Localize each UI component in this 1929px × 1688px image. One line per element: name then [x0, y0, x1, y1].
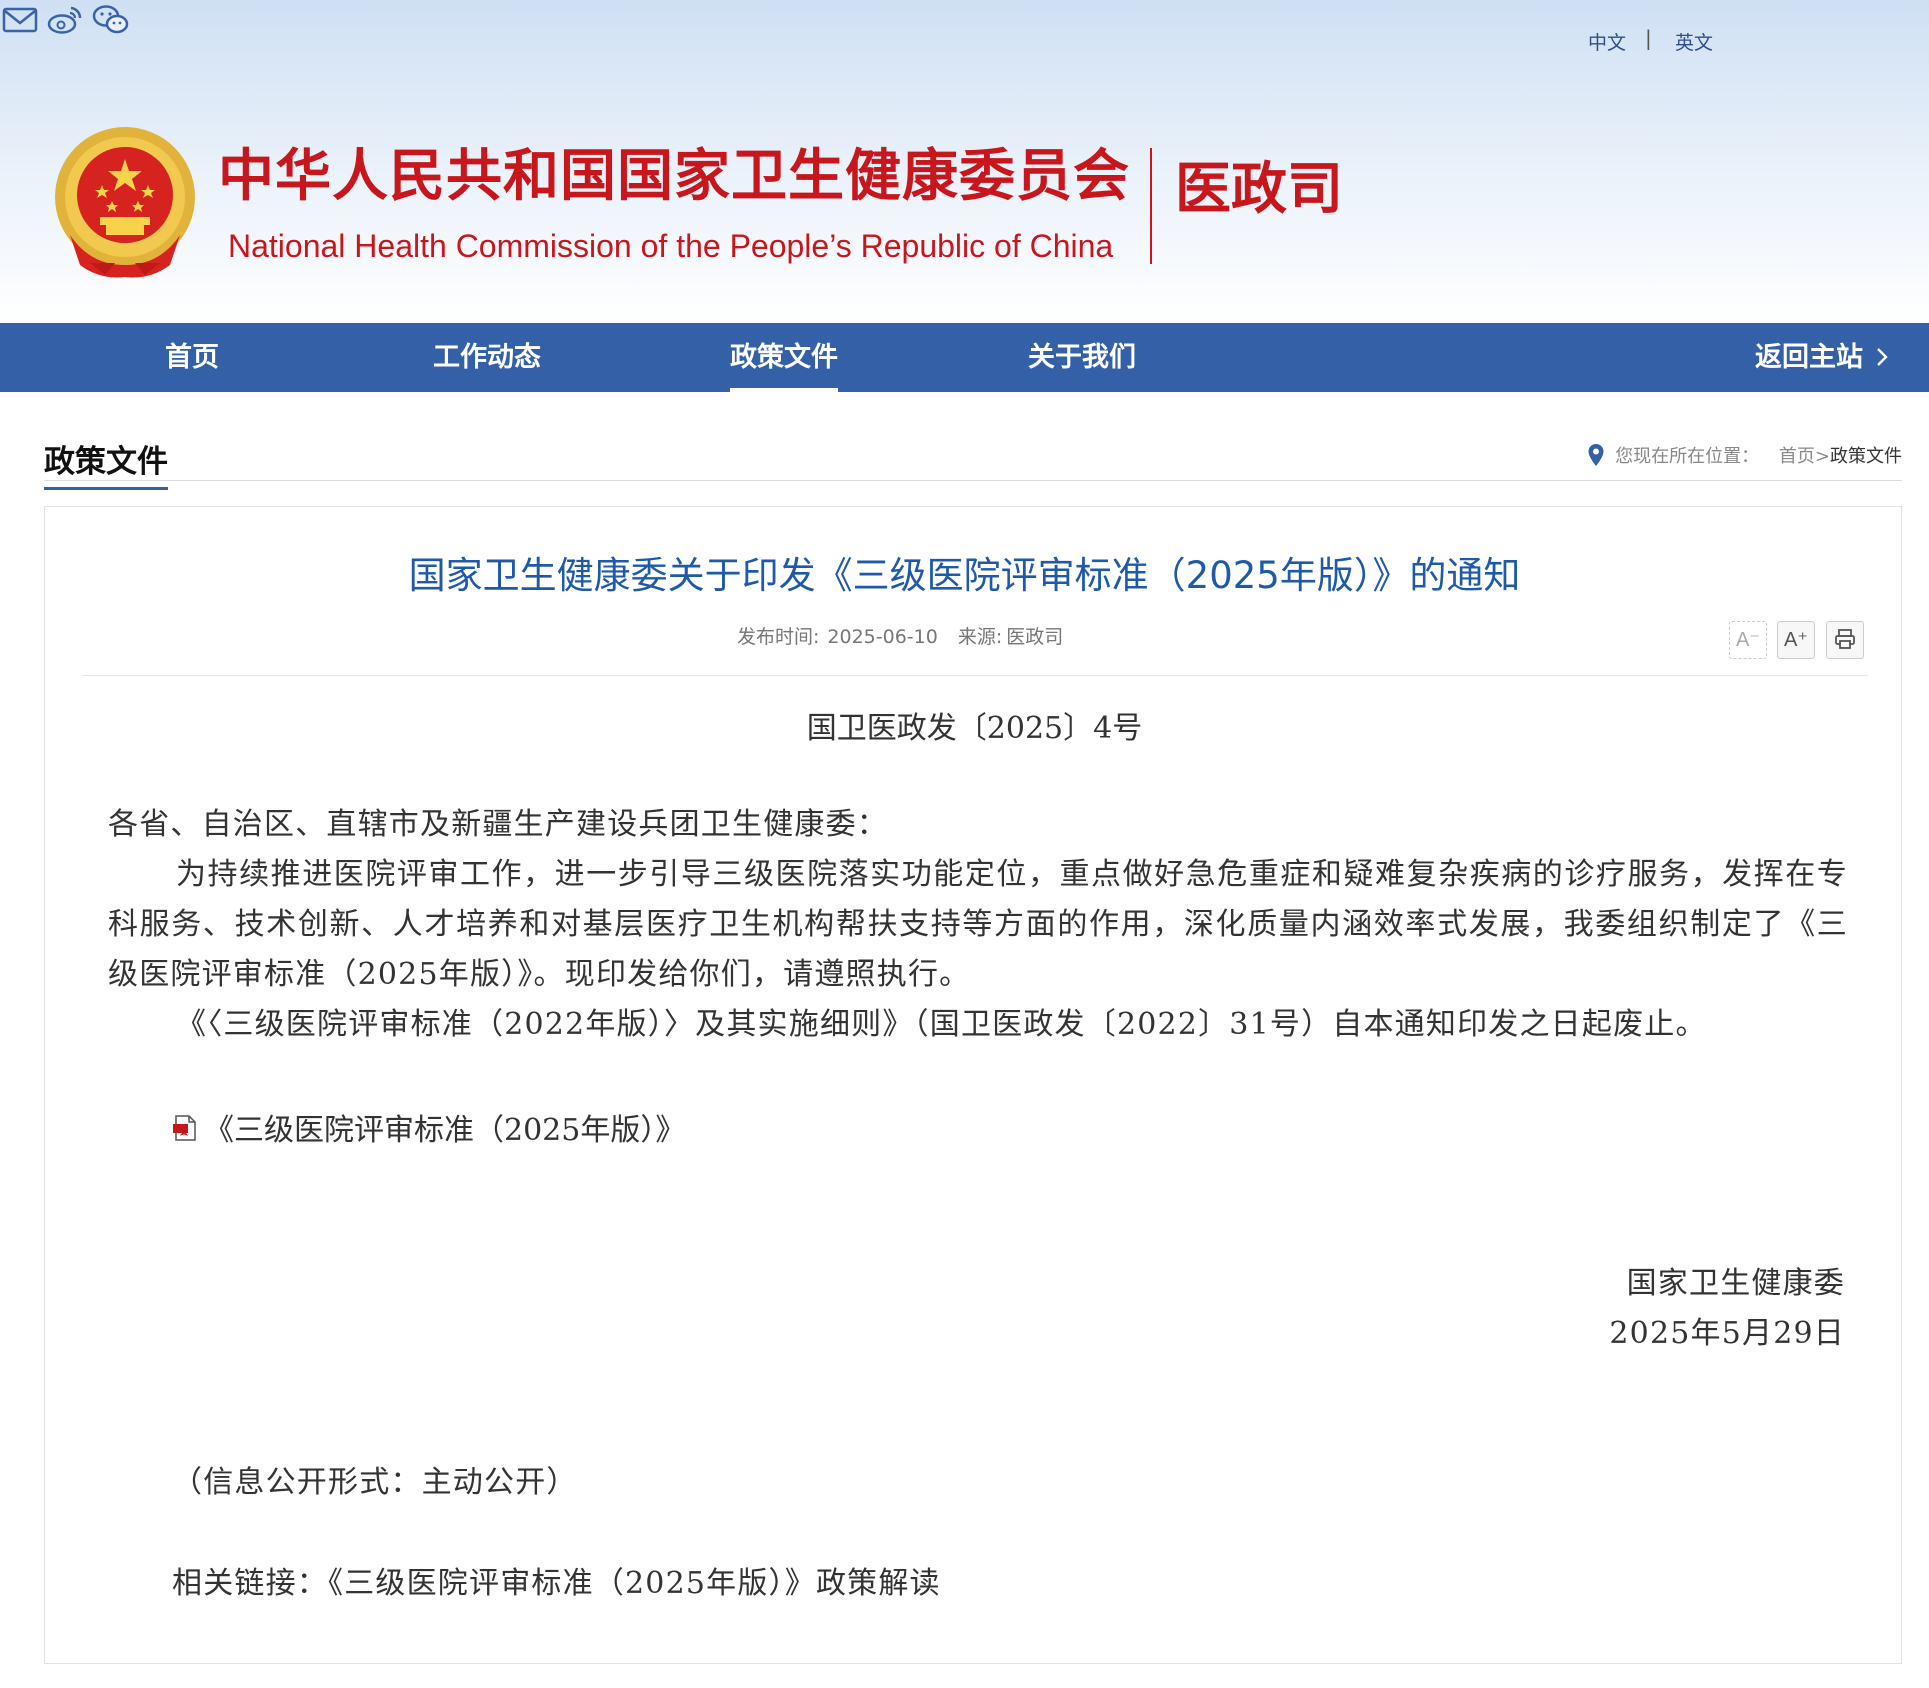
nav-item-about-us[interactable]: 关于我们 [1028, 323, 1136, 392]
site-name-chinese: 中华人民共和国国家卫生健康委员会 [218, 144, 1130, 209]
print-button[interactable] [1826, 621, 1864, 659]
source-label: 来源: [957, 626, 1003, 648]
article-main-paragraph: 为持续推进医院评审工作，进一步引导三级医院落实功能定位，重点做好急危重症和疑难复… [108, 857, 1848, 992]
site-name-english: National Health Commission of the People… [228, 228, 1114, 264]
wechat-icon[interactable] [90, 5, 132, 44]
article-repeal-paragraph: 《〈三级医院评审标准（2022年版）〉及其实施细则》（国卫医政发〔2022〕31… [176, 1007, 1707, 1042]
attachment-link[interactable]: 《三级医院评审标准（2025年版）》 [172, 1105, 685, 1150]
breadcrumb-current[interactable]: 政策文件 [1830, 446, 1902, 467]
department-name: 医政司 [1175, 157, 1343, 222]
font-larger-button[interactable]: A⁺ [1777, 621, 1815, 659]
location-pin-icon [1587, 443, 1605, 472]
signature-organization: 国家卫生健康委 [1626, 1266, 1845, 1301]
related-links[interactable]: 相关链接：《三级医院评审标准（2025年版）》政策解读 [172, 1558, 941, 1602]
header-divider [1150, 148, 1152, 264]
breadcrumb-prefix: 您现在所在位置： [1615, 446, 1760, 467]
breadcrumb: 您现在所在位置： 首页>政策文件 [1587, 442, 1902, 472]
national-emblem-logo [50, 125, 200, 280]
mail-icon[interactable] [0, 7, 45, 44]
breadcrumb-separator: > [1814, 446, 1830, 467]
back-to-main-site-link[interactable]: 返回主站 [1755, 323, 1889, 392]
publish-date: 2025-06-10 [827, 626, 938, 648]
lang-english-link[interactable]: 英文 [1675, 28, 1713, 55]
article-meta: 发布时间: 2025-06-10 来源: 医政司 [737, 622, 1071, 649]
weibo-icon[interactable] [45, 6, 90, 44]
article-title: 国家卫生健康委关于印发《三级医院评审标准（2025年版）》的通知 [408, 554, 1521, 597]
article-header-divider [82, 675, 1868, 676]
print-icon [1834, 629, 1856, 651]
nav-item-work-news[interactable]: 工作动态 [433, 323, 541, 392]
attachment-title: 《三级医院评审标准（2025年版）》 [204, 1113, 686, 1148]
section-title: 政策文件 [44, 436, 168, 490]
lang-chinese-link[interactable]: 中文 [1588, 28, 1626, 55]
disclosure-note: （信息公开形式：主动公开） [172, 1465, 578, 1500]
source-value: 医政司 [1006, 626, 1064, 648]
nav-item-home[interactable]: 首页 [165, 323, 219, 392]
main-nav: 首页 工作动态 政策文件 关于我们 返回主站 [0, 323, 1929, 392]
chevron-right-icon [1875, 323, 1889, 392]
document-number: 国卫医政发〔2025〕4号 [806, 711, 1143, 746]
pdf-file-icon [172, 1114, 198, 1150]
section-divider [44, 480, 1902, 481]
breadcrumb-home-link[interactable]: 首页 [1779, 446, 1815, 467]
nav-item-policy-docs[interactable]: 政策文件 [730, 323, 838, 392]
article-greeting: 各省、自治区、直辖市及新疆生产建设兵团卫生健康委： [108, 807, 888, 842]
lang-separator: | [1645, 26, 1652, 50]
page: 中文 | 英文 中华人民共和国国家卫生健康委员会 National Health… [0, 0, 1929, 1688]
back-to-main-site-label: 返回主站 [1755, 342, 1863, 373]
signature-date: 2025年5月29日 [1609, 1316, 1845, 1351]
font-smaller-button[interactable]: A⁻ [1729, 621, 1767, 659]
publish-label: 发布时间: [737, 626, 820, 648]
site-header: 中文 | 英文 中华人民共和国国家卫生健康委员会 National Health… [0, 0, 1929, 323]
